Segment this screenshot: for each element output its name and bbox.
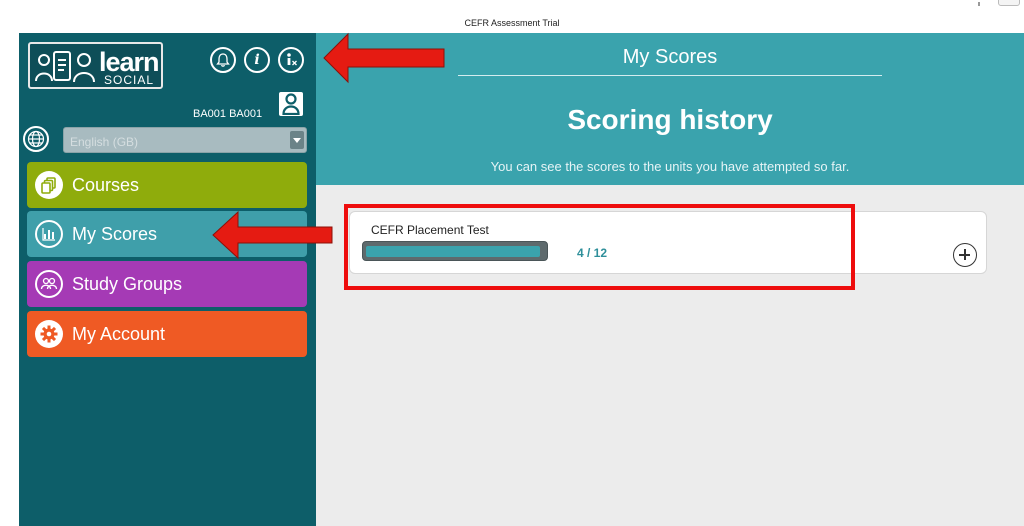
sidebar: learn SOCIAL i BA001 BA001 English (GB): [19, 33, 316, 526]
nav-item-my-account[interactable]: My Account: [27, 311, 307, 357]
nav-item-label: Study Groups: [72, 274, 183, 294]
section-subtitle: You can see the scores to the units you …: [490, 159, 850, 174]
score-progress-fill: [366, 246, 540, 257]
courses-icon: [35, 171, 63, 199]
score-card[interactable]: CEFR Placement Test 4 / 12: [349, 211, 987, 274]
gear-icon: [35, 320, 63, 348]
nav-item-courses[interactable]: Courses: [27, 162, 307, 208]
section-heading: Scoring history: [567, 104, 773, 135]
main-content: My Scores Scoring history You can see th…: [316, 33, 1024, 526]
nav-item-study-groups[interactable]: Study Groups: [27, 261, 307, 307]
user-profile-icon[interactable]: [279, 92, 303, 116]
window-control-mark: [978, 2, 980, 6]
score-value: 4 / 12: [577, 246, 608, 260]
score-progress-bar: [362, 241, 548, 261]
user-id-label: BA001 BA001: [193, 108, 263, 120]
info-icon[interactable]: i: [244, 47, 270, 73]
nav-item-label: My Scores: [72, 224, 158, 244]
nav-item-my-scores[interactable]: My Scores: [27, 211, 307, 257]
logo-subword: SOCIAL: [104, 73, 155, 87]
bar-chart-icon: [35, 220, 63, 248]
title-divider: [458, 75, 882, 76]
language-select-value: English (GB): [70, 135, 139, 149]
page-title: My Scores: [622, 46, 718, 68]
learn-social-logo: learn SOCIAL: [28, 42, 163, 89]
group-icon: [35, 270, 63, 298]
expand-plus-icon[interactable]: [953, 243, 977, 267]
info-glyph: i: [254, 52, 260, 68]
language-select[interactable]: English (GB): [63, 127, 307, 153]
chevron-down-icon[interactable]: [290, 131, 304, 149]
title-bar: CEFR Assessment Trial: [0, 0, 1024, 33]
bell-icon[interactable]: [210, 47, 236, 73]
accessibility-icon[interactable]: [278, 47, 304, 73]
globe-icon[interactable]: [23, 126, 49, 152]
window-control-button[interactable]: [998, 0, 1020, 6]
app-screen: CEFR Assessment Trial learn SOCIAL i BA0…: [0, 0, 1024, 526]
nav-item-label: Courses: [72, 175, 140, 195]
page-header: My Scores Scoring history You can see th…: [316, 33, 1024, 185]
logo-people-icon: [35, 51, 95, 83]
nav-item-label: My Account: [72, 324, 166, 344]
score-card-title: CEFR Placement Test: [371, 223, 489, 237]
window-title: CEFR Assessment Trial: [464, 18, 560, 28]
